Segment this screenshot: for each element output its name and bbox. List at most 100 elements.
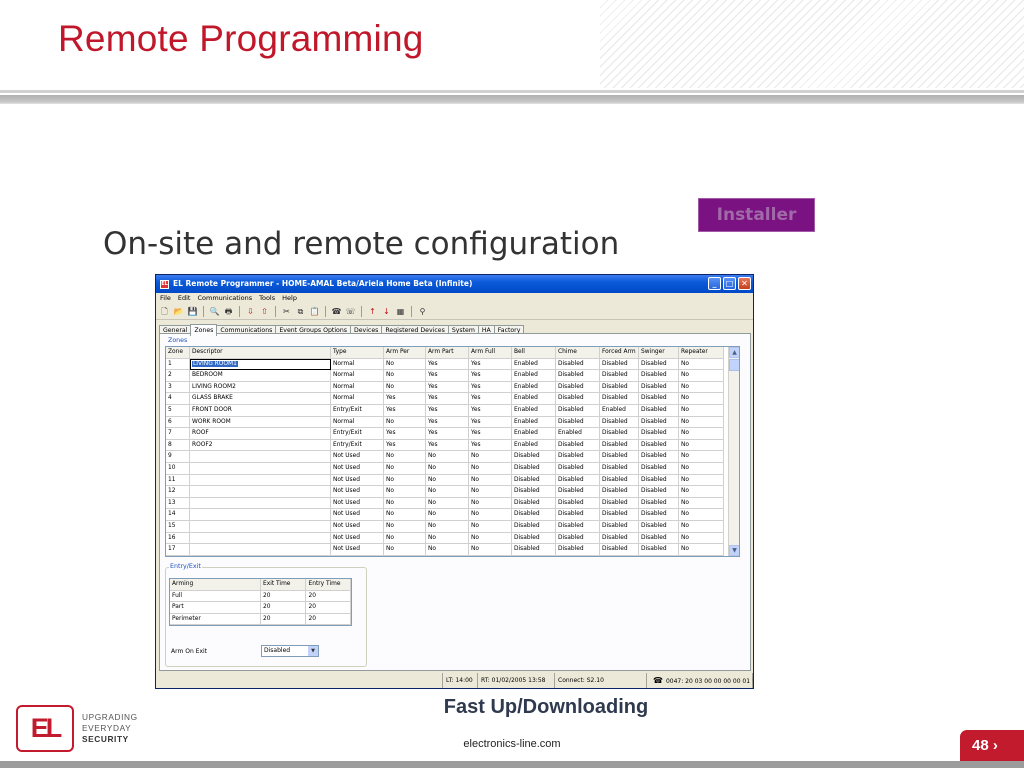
grid-cell[interactable]: Enabled [512, 358, 556, 371]
grid-cell[interactable]: Entry/Exit [331, 439, 384, 452]
grid-cell[interactable]: No [469, 497, 512, 510]
grid-cell[interactable]: No [426, 462, 469, 475]
grid-cell[interactable]: Enabled [512, 404, 556, 417]
download-icon[interactable]: ⇩ [245, 306, 256, 317]
grid-cell[interactable]: LIVING ROOM1 [190, 358, 331, 371]
grid-cell[interactable]: BEDROOM [190, 370, 331, 382]
grid-cell[interactable]: No [679, 497, 724, 510]
table-row[interactable]: 8 ROOF2 Entry/Exit Yes Yes Yes Enabled Disabled… [166, 439, 739, 452]
table-row[interactable]: Part 20 20 [170, 602, 351, 614]
grid-cell[interactable]: Disabled [556, 416, 600, 429]
grid-cell[interactable]: Yes [469, 428, 512, 440]
grid-cell[interactable]: 20 [306, 602, 351, 614]
table-row[interactable]: 17 Not Used No No No Disabled Disabled Disabled… [166, 544, 739, 556]
grid-cell[interactable]: No [384, 486, 426, 498]
grid-cell[interactable]: No [469, 544, 512, 556]
grid-cell[interactable]: Disabled [639, 370, 679, 382]
grid-cell[interactable]: Yes [384, 404, 426, 417]
column-header[interactable]: Forced Arm [600, 347, 639, 359]
grid-cell[interactable]: 14 [166, 509, 190, 521]
grid-cell[interactable]: 20 [260, 613, 307, 625]
grid-cell[interactable]: FRONT DOOR [190, 404, 331, 417]
grid-cell[interactable]: Disabled [600, 486, 639, 498]
grid-cell[interactable]: No [469, 509, 512, 521]
table-row[interactable]: 2 BEDROOM Normal No Yes Yes Enabled Disabled Dis… [166, 370, 739, 382]
grid-cell[interactable]: Yes [469, 393, 512, 405]
grid-cell[interactable]: Normal [331, 358, 384, 371]
column-header[interactable]: Arm Full [469, 347, 512, 359]
grid-cell[interactable]: Disabled [639, 358, 679, 371]
grid-cell[interactable]: Yes [384, 393, 426, 405]
grid-cell[interactable]: Disabled [600, 451, 639, 463]
grid-cell[interactable]: Disabled [512, 520, 556, 533]
grid-cell[interactable]: 8 [166, 439, 190, 452]
grid-cell[interactable]: No [384, 474, 426, 487]
grid-cell[interactable]: No [469, 462, 512, 475]
grid-cell[interactable]: Normal [331, 416, 384, 429]
grid-cell[interactable]: No [384, 532, 426, 545]
grid-cell[interactable]: 5 [166, 404, 190, 417]
grid-cell[interactable]: ROOF2 [190, 439, 331, 452]
grid-cell[interactable]: Disabled [556, 451, 600, 463]
grid-cell[interactable]: Yes [426, 358, 469, 371]
grid-cell[interactable] [190, 451, 331, 463]
arm-on-exit-select[interactable]: Disabled ▼ [261, 645, 319, 657]
grid-cell[interactable]: No [679, 486, 724, 498]
grid-cell[interactable]: Yes [426, 370, 469, 382]
grid-cell[interactable]: Disabled [639, 532, 679, 545]
grid-cell[interactable]: Normal [331, 393, 384, 405]
grid-cell[interactable]: Entry/Exit [331, 404, 384, 417]
menu-item-edit[interactable]: Edit [178, 293, 191, 304]
column-header[interactable]: Type [331, 347, 384, 359]
grid-cell[interactable]: No [384, 416, 426, 429]
grid-cell[interactable]: Not Used [331, 462, 384, 475]
grid-cell[interactable]: Full [170, 590, 261, 602]
grid-cell[interactable]: Disabled [600, 462, 639, 475]
grid-cell[interactable]: Disabled [600, 497, 639, 510]
grid-cell[interactable]: 10 [166, 462, 190, 475]
grid-cell[interactable]: 4 [166, 393, 190, 405]
grid-cell[interactable]: No [679, 520, 724, 533]
grid-cell[interactable]: No [384, 462, 426, 475]
grid-cell[interactable]: 15 [166, 520, 190, 533]
grid-cell[interactable]: Not Used [331, 520, 384, 533]
grid-cell[interactable]: Yes [469, 439, 512, 452]
table-row[interactable]: 11 Not Used No No No Disabled Disabled Disabled… [166, 474, 739, 487]
grid-cell[interactable]: Yes [426, 416, 469, 429]
grid-cell[interactable]: Disabled [556, 370, 600, 382]
grid-cell[interactable]: Disabled [600, 428, 639, 440]
grid-cell[interactable]: Entry/Exit [331, 428, 384, 440]
grid-cell[interactable]: No [469, 451, 512, 463]
grid-cell[interactable]: No [679, 428, 724, 440]
grid-cell[interactable]: No [384, 497, 426, 510]
calculator-icon[interactable]: ▦ [395, 306, 406, 317]
grid-cell[interactable]: Disabled [512, 544, 556, 556]
grid-cell[interactable]: Disabled [556, 486, 600, 498]
grid-cell[interactable] [190, 532, 331, 545]
arrow-up-icon[interactable]: ↑ [367, 306, 378, 317]
grid-cell[interactable]: Disabled [512, 497, 556, 510]
table-row[interactable]: 7 ROOF Entry/Exit Yes Yes Yes Enabled Enabled Di… [166, 428, 739, 440]
grid-cell[interactable]: 12 [166, 486, 190, 498]
table-row[interactable]: Full 20 20 [170, 590, 351, 602]
grid-cell[interactable]: 7 [166, 428, 190, 440]
grid-cell[interactable]: No [469, 532, 512, 545]
grid-cell[interactable]: Disabled [556, 520, 600, 533]
grid-cell[interactable]: Yes [469, 358, 512, 371]
grid-cell[interactable] [190, 462, 331, 475]
grid-cell[interactable]: No [679, 532, 724, 545]
upload-icon[interactable]: ⇧ [259, 306, 270, 317]
grid-cell[interactable]: Yes [384, 428, 426, 440]
grid-cell[interactable]: Yes [426, 404, 469, 417]
grid-cell[interactable]: Disabled [556, 439, 600, 452]
table-row[interactable]: 15 Not Used No No No Disabled Disabled Disabled… [166, 520, 739, 533]
table-row[interactable]: 1 LIVING ROOM1 Normal No Yes Yes Enabled Disabl… [166, 358, 739, 371]
copy-icon[interactable]: ⧉ [295, 306, 306, 317]
grid-cell[interactable]: Disabled [639, 486, 679, 498]
grid-cell[interactable]: No [384, 370, 426, 382]
grid-cell[interactable]: No [384, 358, 426, 371]
open-icon[interactable]: 📂 [173, 306, 184, 317]
grid-cell[interactable]: 11 [166, 474, 190, 487]
grid-cell[interactable]: No [426, 544, 469, 556]
table-row[interactable]: 6 WORK ROOM Normal No Yes Yes Enabled Disabled D… [166, 416, 739, 429]
